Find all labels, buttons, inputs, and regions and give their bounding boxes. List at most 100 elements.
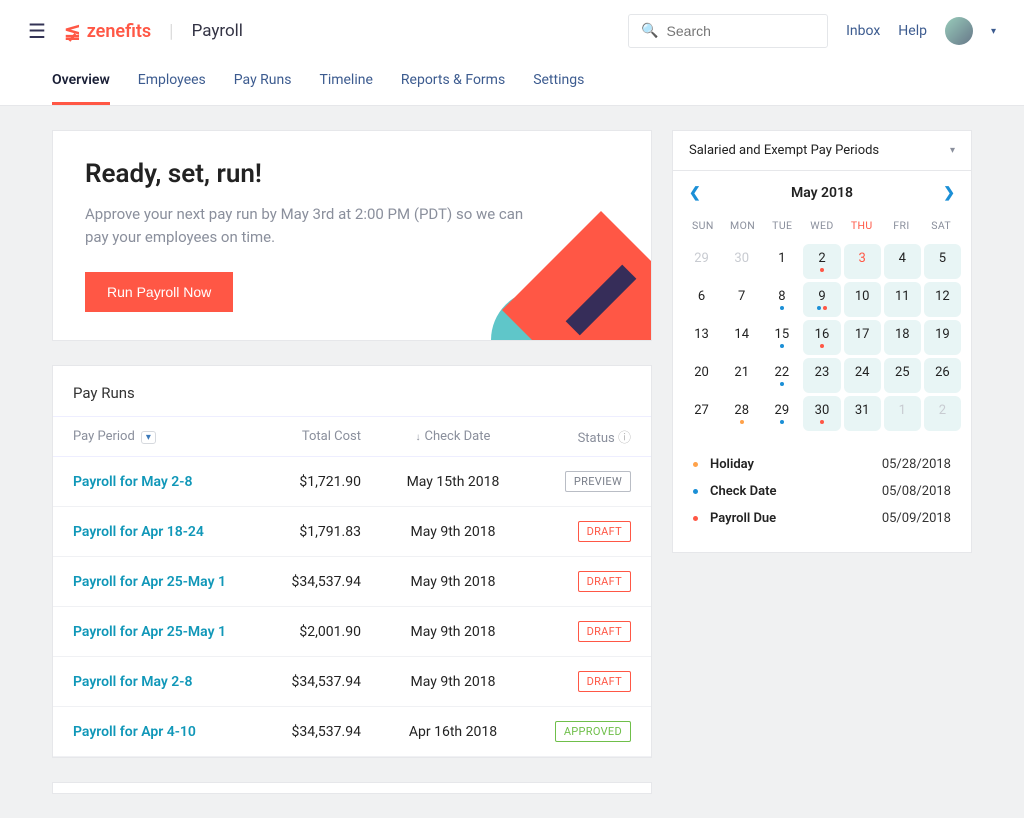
legend-dot: [693, 516, 698, 521]
payrun-cost: $2,001.90: [262, 607, 381, 657]
payrun-link[interactable]: Payroll for Apr 25-May 1: [53, 557, 262, 607]
cal-day[interactable]: 13: [683, 320, 720, 355]
payrun-cost: $1,791.83: [262, 507, 381, 557]
period-dropdown-icon[interactable]: ▾: [141, 431, 156, 444]
cal-day[interactable]: 1: [763, 244, 800, 279]
cal-day[interactable]: 16: [803, 320, 840, 355]
avatar[interactable]: [945, 17, 973, 45]
payrun-link[interactable]: Payroll for Apr 18-24: [53, 507, 262, 557]
brand-name: zenefits: [87, 21, 151, 42]
cal-day[interactable]: 30: [723, 244, 760, 279]
payrun-cost: $34,537.94: [262, 707, 381, 757]
col-period[interactable]: Pay Period▾: [53, 417, 262, 457]
table-row: Payroll for Apr 25-May 1$34,537.94May 9t…: [53, 557, 651, 607]
tab-overview[interactable]: Overview: [52, 62, 110, 105]
payrun-date: May 9th 2018: [381, 557, 525, 607]
cal-day[interactable]: 14: [723, 320, 760, 355]
chevron-down-icon[interactable]: ▾: [991, 26, 996, 37]
zenefits-logo-icon: ≨: [64, 19, 81, 43]
legend-dot: [693, 462, 698, 467]
pay-period-selector[interactable]: Salaried and Exempt Pay Periods ▾: [673, 131, 971, 171]
cal-day[interactable]: 23: [803, 358, 840, 393]
payrun-link[interactable]: Payroll for May 2-8: [53, 657, 262, 707]
calendar-card: Salaried and Exempt Pay Periods ▾ ❮ May …: [672, 130, 972, 553]
search-icon: 🔍: [641, 23, 658, 39]
inbox-link[interactable]: Inbox: [846, 23, 880, 39]
search-input[interactable]: [667, 23, 816, 39]
sort-down-icon: ↓: [416, 432, 421, 443]
tab-employees[interactable]: Employees: [138, 62, 206, 105]
cal-day[interactable]: 28: [723, 396, 760, 431]
legend-date: 05/08/2018: [882, 484, 951, 499]
tab-timeline[interactable]: Timeline: [319, 62, 372, 105]
cal-day[interactable]: 24: [844, 358, 881, 393]
search-box[interactable]: 🔍: [628, 14, 828, 48]
help-link[interactable]: Help: [898, 23, 927, 39]
payrun-link[interactable]: Payroll for May 2-8: [53, 457, 262, 507]
hero-card: Ready, set, run! Approve your next pay r…: [52, 130, 652, 341]
payrun-link[interactable]: Payroll for Apr 4-10: [53, 707, 262, 757]
cal-day[interactable]: 1: [884, 396, 921, 431]
tab-pay-runs[interactable]: Pay Runs: [234, 62, 292, 105]
cal-day[interactable]: 20: [683, 358, 720, 393]
hero-title: Ready, set, run!: [85, 159, 619, 189]
payrun-date: May 9th 2018: [381, 507, 525, 557]
dow-label: MON: [723, 219, 763, 232]
dow-label: THU: [842, 219, 882, 232]
cal-day[interactable]: 31: [844, 396, 881, 431]
cal-day[interactable]: 27: [683, 396, 720, 431]
app-title: Payroll: [192, 21, 243, 41]
cal-day[interactable]: 21: [723, 358, 760, 393]
cal-day[interactable]: 25: [884, 358, 921, 393]
cal-day[interactable]: 6: [683, 282, 720, 317]
legend-label: Holiday: [710, 457, 882, 472]
cal-day[interactable]: 2: [924, 396, 961, 431]
cal-day[interactable]: 5: [924, 244, 961, 279]
cal-day[interactable]: 12: [924, 282, 961, 317]
payrun-status: DRAFT: [525, 557, 651, 607]
col-date[interactable]: ↓Check Date: [381, 417, 525, 457]
brand-logo[interactable]: ≨ zenefits: [64, 19, 151, 43]
payrun-cost: $34,537.94: [262, 657, 381, 707]
cal-day[interactable]: 19: [924, 320, 961, 355]
col-status[interactable]: Status ⓘ: [525, 417, 651, 457]
payrun-link[interactable]: Payroll for Apr 25-May 1: [53, 607, 262, 657]
tab-reports-forms[interactable]: Reports & Forms: [401, 62, 505, 105]
cal-day[interactable]: 29: [683, 244, 720, 279]
payrun-status: DRAFT: [525, 657, 651, 707]
info-icon[interactable]: ⓘ: [618, 431, 631, 446]
cal-day[interactable]: 17: [844, 320, 881, 355]
cal-day[interactable]: 4: [884, 244, 921, 279]
table-row: Payroll for Apr 4-10$34,537.94Apr 16th 2…: [53, 707, 651, 757]
payrun-cost: $34,537.94: [262, 557, 381, 607]
cal-day[interactable]: 7: [723, 282, 760, 317]
legend-label: Payroll Due: [710, 511, 882, 526]
dow-label: SUN: [683, 219, 723, 232]
cal-day[interactable]: 8: [763, 282, 800, 317]
cal-day[interactable]: 2: [803, 244, 840, 279]
pay-runs-table: Pay Period▾ Total Cost ↓Check Date Statu…: [53, 416, 651, 757]
cal-day[interactable]: 26: [924, 358, 961, 393]
cal-dow-header: SUNMONTUEWEDTHUFRISAT: [673, 215, 971, 240]
cal-day[interactable]: 15: [763, 320, 800, 355]
cal-day[interactable]: 3: [844, 244, 881, 279]
cal-day[interactable]: 10: [844, 282, 881, 317]
col-cost[interactable]: Total Cost: [262, 417, 381, 457]
cal-day[interactable]: 18: [884, 320, 921, 355]
run-payroll-button[interactable]: Run Payroll Now: [85, 272, 233, 312]
menu-icon[interactable]: ☰: [28, 19, 46, 43]
legend: Holiday05/28/2018Check Date05/08/2018Pay…: [673, 447, 971, 552]
tab-settings[interactable]: Settings: [533, 62, 584, 105]
cal-grid: 2930123456789101112131415161718192021222…: [673, 240, 971, 447]
payrun-status: PREVIEW: [525, 457, 651, 507]
chevron-down-icon: ▾: [950, 145, 955, 156]
cal-next[interactable]: ❯: [943, 185, 955, 201]
cal-day[interactable]: 9: [803, 282, 840, 317]
main-nav: Overview Employees Pay Runs Timeline Reports…: [0, 62, 1024, 106]
cal-day[interactable]: 29: [763, 396, 800, 431]
cal-day[interactable]: 30: [803, 396, 840, 431]
cal-prev[interactable]: ❮: [689, 185, 701, 201]
payrun-status: APPROVED: [525, 707, 651, 757]
cal-day[interactable]: 11: [884, 282, 921, 317]
cal-day[interactable]: 22: [763, 358, 800, 393]
